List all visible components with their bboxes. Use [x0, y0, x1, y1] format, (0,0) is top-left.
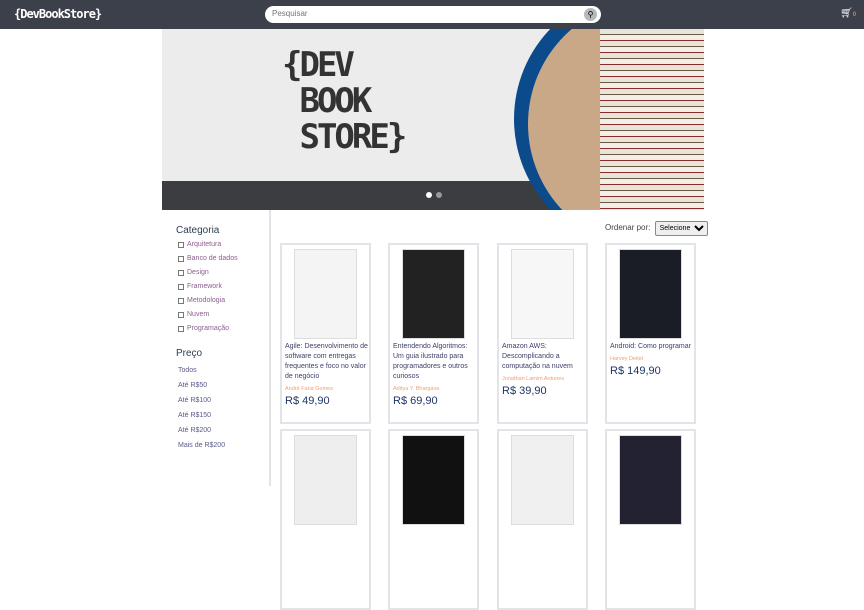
cart-icon: 🛒︎ — [840, 8, 853, 19]
book-cover[interactable] — [619, 249, 682, 339]
price-title: Preço — [176, 348, 203, 359]
book-cover[interactable] — [402, 249, 465, 339]
book-author: Harvey Deitel — [610, 356, 644, 362]
checkbox[interactable] — [178, 311, 184, 318]
books-stack-image — [600, 29, 704, 210]
category-label: Framework — [187, 283, 223, 290]
price-filter[interactable]: Até R$100 — [178, 397, 269, 404]
carousel-indicators — [424, 185, 444, 203]
sort-select[interactable]: Selecione — [654, 221, 708, 236]
checkbox[interactable] — [178, 283, 184, 290]
book-cover[interactable] — [294, 249, 357, 339]
carousel-dot-1[interactable] — [426, 192, 432, 198]
checkbox[interactable] — [178, 325, 184, 332]
category-label: Design — [187, 269, 209, 276]
product-card[interactable] — [605, 429, 696, 610]
category-filter[interactable]: Framework — [178, 283, 269, 290]
book-price: R$ 39,90 — [502, 385, 547, 397]
book-cover[interactable] — [294, 435, 357, 525]
search-input[interactable] — [272, 9, 572, 18]
search-button[interactable]: ⚲ — [584, 8, 597, 21]
checkbox[interactable] — [178, 269, 184, 276]
product-card[interactable]: Android: Como programar Harvey Deitel R$ 1… — [605, 243, 696, 424]
product-card[interactable] — [497, 429, 588, 610]
book-author: André Faria Gomes — [285, 386, 333, 392]
book-price: R$ 49,90 — [285, 395, 330, 407]
category-label: Banco de dados — [187, 255, 238, 262]
cart-count: 0 — [852, 12, 857, 18]
product-card[interactable] — [280, 429, 371, 610]
search-icon: ⚲ — [587, 10, 594, 19]
book-cover[interactable] — [619, 435, 682, 525]
price-filter[interactable]: Até R$50 — [178, 382, 269, 389]
cart-button[interactable]: 🛒︎0 — [840, 8, 856, 19]
product-card[interactable] — [388, 429, 479, 610]
banner-carousel[interactable]: {DEV BOOK STORE} — [162, 29, 704, 210]
category-filter[interactable]: Banco de dados — [178, 255, 269, 262]
category-filter[interactable]: Metodologia — [178, 297, 269, 304]
category-filter[interactable]: Programação — [178, 325, 269, 332]
book-author: Aditya Y. Bhargava — [393, 386, 440, 392]
price-filter[interactable]: Mais de R$200 — [178, 442, 269, 449]
banner-title: {DEV BOOK STORE} — [282, 45, 407, 157]
book-title[interactable]: Entendendo Algoritmos: Um guia ilustrado… — [393, 342, 477, 382]
category-label: Nuvem — [187, 311, 210, 318]
category-filter[interactable]: Nuvem — [178, 311, 269, 318]
category-filter[interactable]: Arquitetura — [178, 241, 269, 248]
book-cover[interactable] — [511, 249, 574, 339]
book-cover[interactable] — [511, 435, 574, 525]
book-author: Jonathan Lamim Antunes — [502, 376, 565, 382]
category-label: Arquitetura — [187, 241, 222, 248]
book-price: R$ 69,90 — [393, 395, 438, 407]
sidebar: Categoria Arquitetura Banco de dados Desig… — [162, 210, 271, 486]
book-price: R$ 149,90 — [610, 365, 661, 377]
book-cover[interactable] — [402, 435, 465, 525]
sort-control: Ordenar por: Selecione — [605, 221, 708, 236]
product-card[interactable]: Agile: Desenvolvimento de software com e… — [280, 243, 371, 424]
product-card[interactable]: Amazon AWS: Descomplicando a computação … — [497, 243, 588, 424]
price-filter[interactable]: Todos — [178, 367, 269, 374]
checkbox[interactable] — [178, 241, 184, 248]
checkbox[interactable] — [178, 255, 184, 262]
header: {DevBookStore} ⚲ 🛒︎0 — [0, 0, 864, 29]
price-filter[interactable]: Até R$200 — [178, 427, 269, 434]
category-label: Programação — [187, 325, 230, 332]
book-title[interactable]: Android: Como programar — [610, 342, 694, 352]
checkbox[interactable] — [178, 297, 184, 304]
search-bar: ⚲ — [265, 6, 601, 23]
product-card[interactable]: Entendendo Algoritmos: Um guia ilustrado… — [388, 243, 479, 424]
book-title[interactable]: Amazon AWS: Descomplicando a computação … — [502, 342, 586, 372]
book-title[interactable]: Agile: Desenvolvimento de software com e… — [285, 342, 369, 382]
carousel-dot-2[interactable] — [436, 192, 442, 198]
price-filter[interactable]: Até R$150 — [178, 412, 269, 419]
category-title: Categoria — [176, 225, 220, 236]
sort-label: Ordenar por: — [605, 223, 651, 232]
logo[interactable]: {DevBookStore} — [14, 7, 102, 21]
category-label: Metodologia — [187, 297, 226, 304]
category-filter[interactable]: Design — [178, 269, 269, 276]
